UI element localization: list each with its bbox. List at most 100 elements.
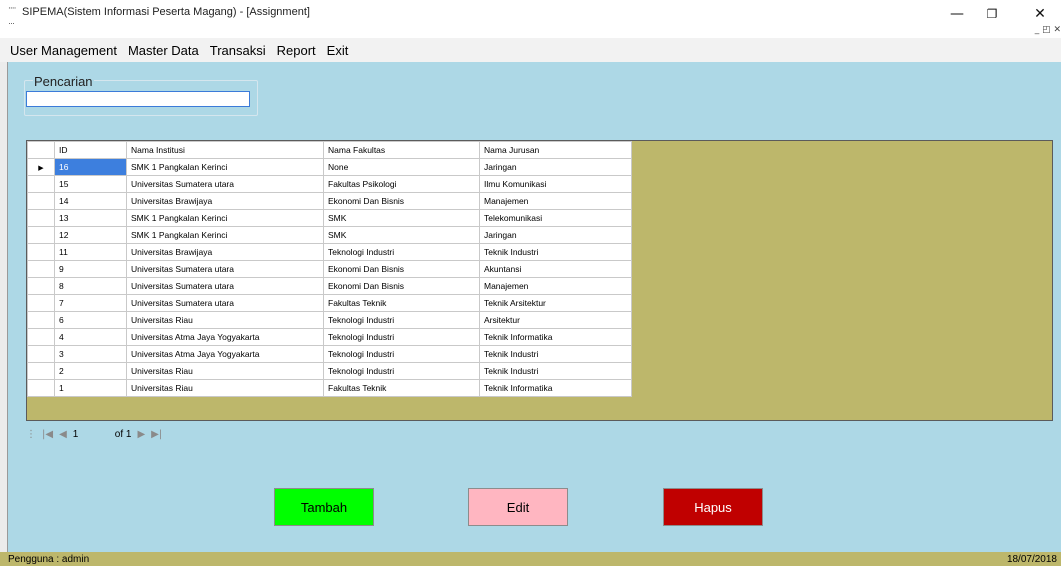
cell-id[interactable]: 2 — [54, 362, 127, 380]
cell-id[interactable]: 12 — [54, 226, 127, 244]
row-header[interactable] — [27, 192, 55, 210]
cell-nama-institusi[interactable]: Universitas Sumatera utara — [126, 175, 324, 193]
column-header-nama-fakultas[interactable]: Nama Fakultas — [323, 141, 480, 159]
table-row[interactable]: 7 Universitas Sumatera utara Fakultas Tekn… — [27, 294, 632, 312]
cell-nama-fakultas[interactable]: None — [323, 158, 480, 176]
cell-nama-jurusan[interactable]: Ilmu Komunikasi — [479, 175, 632, 193]
cell-nama-jurusan[interactable]: Teknik Industri — [479, 362, 632, 380]
table-row[interactable]: 13 SMK 1 Pangkalan Kerinci SMK Telekomunika… — [27, 209, 632, 227]
move-last-icon[interactable]: ▶| — [151, 429, 162, 440]
row-header[interactable] — [27, 243, 55, 261]
cell-nama-fakultas[interactable]: Teknologi Industri — [323, 328, 480, 346]
cell-id[interactable]: 6 — [54, 311, 127, 329]
row-header[interactable] — [27, 362, 55, 380]
cell-nama-fakultas[interactable]: Fakultas Teknik — [323, 294, 480, 312]
row-header[interactable] — [27, 209, 55, 227]
mdi-window-controls[interactable]: _ ◰ ✕ — [1035, 25, 1061, 35]
cell-nama-fakultas[interactable]: Fakultas Teknik — [323, 379, 480, 397]
cell-nama-fakultas[interactable]: Teknologi Industri — [323, 243, 480, 261]
cell-id[interactable]: 11 — [54, 243, 127, 261]
cell-nama-jurusan[interactable]: Akuntansi — [479, 260, 632, 278]
cell-nama-institusi[interactable]: Universitas Atma Jaya Yogyakarta — [126, 345, 324, 363]
cell-nama-jurusan[interactable]: Arsitektur — [479, 311, 632, 329]
table-row[interactable]: 8 Universitas Sumatera utara Ekonomi Dan B… — [27, 277, 632, 295]
move-first-icon[interactable]: |◀ — [42, 429, 53, 440]
minimize-button[interactable]: — — [940, 0, 974, 28]
restore-button[interactable]: ❐ — [975, 0, 1009, 28]
row-header[interactable] — [27, 175, 55, 193]
cell-nama-institusi[interactable]: Universitas Sumatera utara — [126, 277, 324, 295]
mdi-child-icon[interactable]: ··· — [8, 18, 15, 28]
table-row[interactable]: 14 Universitas Brawijaya Ekonomi Dan Bisni… — [27, 192, 632, 210]
cell-nama-fakultas[interactable]: Teknologi Industri — [323, 345, 480, 363]
column-header-nama-jurusan[interactable]: Nama Jurusan — [479, 141, 632, 159]
menu-exit[interactable]: Exit — [327, 41, 349, 60]
table-row[interactable]: 3 Universitas Atma Jaya Yogyakarta Teknolo… — [27, 345, 632, 363]
cell-id[interactable]: 3 — [54, 345, 127, 363]
cell-nama-fakultas[interactable]: Teknologi Industri — [323, 362, 480, 380]
cell-nama-jurusan[interactable]: Jaringan — [479, 158, 632, 176]
position-field[interactable]: 1 — [73, 429, 107, 440]
move-previous-icon[interactable]: ◀ — [59, 429, 67, 440]
row-header[interactable] — [27, 294, 55, 312]
cell-nama-institusi[interactable]: Universitas Riau — [126, 362, 324, 380]
cell-id[interactable]: 13 — [54, 209, 127, 227]
table-row[interactable]: 6 Universitas Riau Teknologi Industri Arsit… — [27, 311, 632, 329]
cell-id[interactable]: 16 — [54, 158, 127, 176]
cell-id[interactable]: 4 — [54, 328, 127, 346]
row-header[interactable] — [27, 345, 55, 363]
tambah-button[interactable]: Tambah — [274, 488, 374, 526]
cell-id[interactable]: 15 — [54, 175, 127, 193]
cell-nama-institusi[interactable]: Universitas Riau — [126, 379, 324, 397]
menu-report[interactable]: Report — [277, 41, 316, 60]
cell-nama-fakultas[interactable]: Ekonomi Dan Bisnis — [323, 260, 480, 278]
cell-nama-fakultas[interactable]: Teknologi Industri — [323, 311, 480, 329]
menu-master-data[interactable]: Master Data — [128, 41, 199, 60]
cell-nama-fakultas[interactable]: Ekonomi Dan Bisnis — [323, 192, 480, 210]
menu-transaksi[interactable]: Transaksi — [210, 41, 266, 60]
column-header-id[interactable]: ID — [54, 141, 127, 159]
cell-nama-institusi[interactable]: SMK 1 Pangkalan Kerinci — [126, 226, 324, 244]
row-header[interactable] — [27, 226, 55, 244]
cell-nama-institusi[interactable]: Universitas Sumatera utara — [126, 260, 324, 278]
cell-nama-institusi[interactable]: SMK 1 Pangkalan Kerinci — [126, 158, 324, 176]
table-row[interactable]: ▶ 16 SMK 1 Pangkalan Kerinci None Jaringan — [27, 158, 632, 176]
row-header[interactable]: ▶ — [27, 158, 55, 176]
search-input[interactable] — [26, 91, 250, 107]
cell-id[interactable]: 8 — [54, 277, 127, 295]
table-row[interactable]: 4 Universitas Atma Jaya Yogyakarta Teknolo… — [27, 328, 632, 346]
table-row[interactable]: 15 Universitas Sumatera utara Fakultas Psi… — [27, 175, 632, 193]
cell-nama-fakultas[interactable]: Fakultas Psikologi — [323, 175, 480, 193]
cell-nama-jurusan[interactable]: Teknik Industri — [479, 243, 632, 261]
cell-nama-institusi[interactable]: Universitas Atma Jaya Yogyakarta — [126, 328, 324, 346]
assignment-grid[interactable]: ID Nama Institusi Nama Fakultas Nama Jur… — [26, 140, 1053, 421]
cell-nama-institusi[interactable]: Universitas Brawijaya — [126, 243, 324, 261]
cell-nama-jurusan[interactable]: Teknik Arsitektur — [479, 294, 632, 312]
row-header[interactable] — [27, 328, 55, 346]
menu-user-management[interactable]: User Management — [10, 41, 117, 60]
hapus-button[interactable]: Hapus — [663, 488, 763, 526]
cell-nama-jurusan[interactable]: Manajemen — [479, 192, 632, 210]
cell-nama-jurusan[interactable]: Teknik Informatika — [479, 379, 632, 397]
cell-id[interactable]: 1 — [54, 379, 127, 397]
cell-nama-fakultas[interactable]: Ekonomi Dan Bisnis — [323, 277, 480, 295]
cell-nama-institusi[interactable]: Universitas Riau — [126, 311, 324, 329]
cell-nama-institusi[interactable]: Universitas Brawijaya — [126, 192, 324, 210]
table-row[interactable]: 12 SMK 1 Pangkalan Kerinci SMK Jaringan — [27, 226, 632, 244]
table-row[interactable]: 2 Universitas Riau Teknologi Industri Tekni… — [27, 362, 632, 380]
edit-button[interactable]: Edit — [468, 488, 568, 526]
cell-nama-institusi[interactable]: Universitas Sumatera utara — [126, 294, 324, 312]
table-row[interactable]: 9 Universitas Sumatera utara Ekonomi Dan B… — [27, 260, 632, 278]
cell-nama-fakultas[interactable]: SMK — [323, 226, 480, 244]
cell-nama-jurusan[interactable]: Teknik Industri — [479, 345, 632, 363]
move-next-icon[interactable]: ▶ — [137, 429, 145, 440]
row-header[interactable] — [27, 311, 55, 329]
app-icon[interactable]: ···· — [8, 4, 17, 14]
column-header-nama-institusi[interactable]: Nama Institusi — [126, 141, 324, 159]
table-row[interactable]: 1 Universitas Riau Fakultas Teknik Teknik I… — [27, 379, 632, 397]
cell-id[interactable]: 7 — [54, 294, 127, 312]
table-row[interactable]: 11 Universitas Brawijaya Teknologi Industr… — [27, 243, 632, 261]
cell-nama-fakultas[interactable]: SMK — [323, 209, 480, 227]
row-header[interactable] — [27, 260, 55, 278]
cell-nama-institusi[interactable]: SMK 1 Pangkalan Kerinci — [126, 209, 324, 227]
